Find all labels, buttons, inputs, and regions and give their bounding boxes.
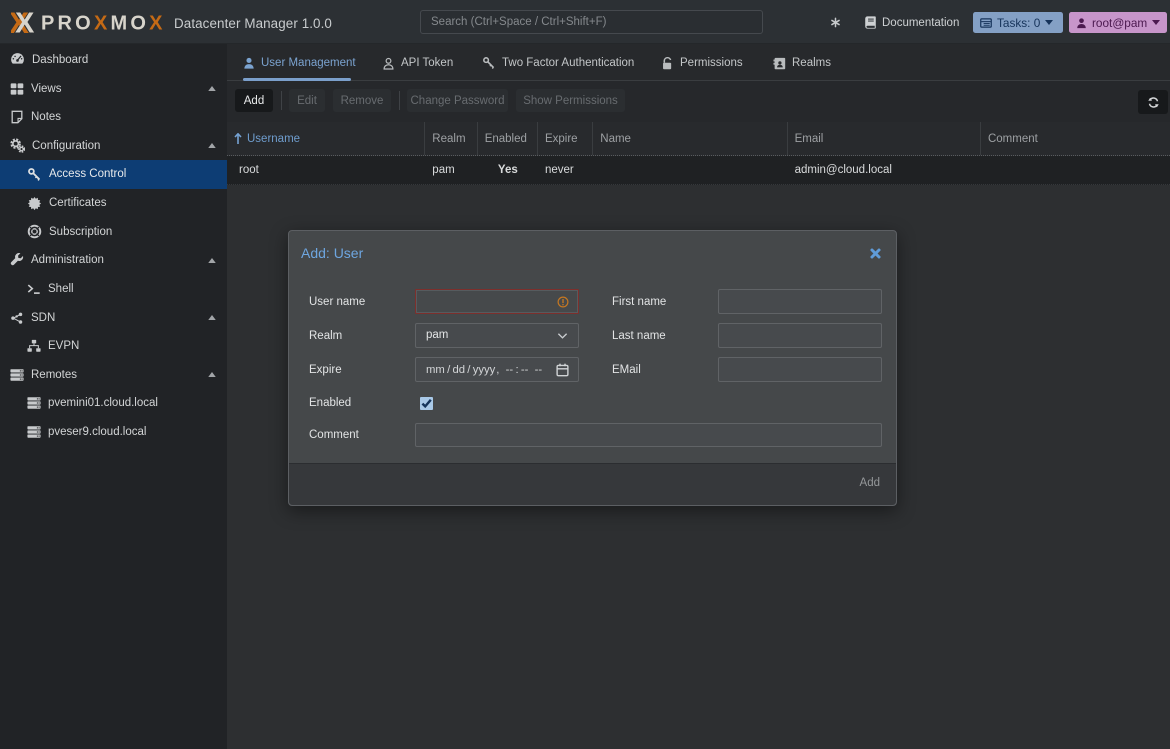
svg-text:PROXMOX: PROXMOX: [41, 13, 166, 35]
svg-text:X: X: [15, 9, 35, 35]
